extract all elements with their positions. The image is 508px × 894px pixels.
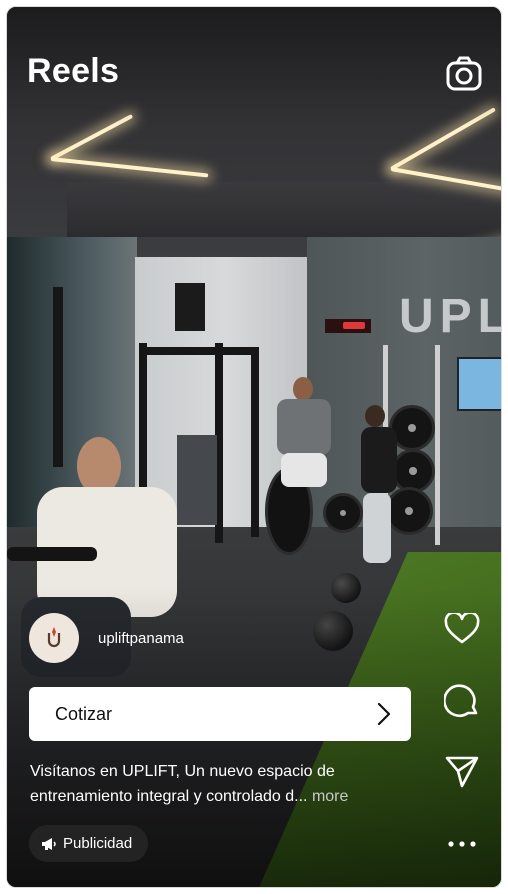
more-options-button[interactable] bbox=[437, 824, 487, 864]
post-caption[interactable]: Visítanos en UPLIFT, Un nuevo espacio de… bbox=[30, 759, 410, 809]
more-options-icon bbox=[448, 841, 476, 847]
page-title: Reels bbox=[27, 52, 120, 90]
sponsored-label: Publicidad bbox=[63, 835, 133, 852]
chevron-right-icon bbox=[377, 702, 391, 726]
cta-label: Cotizar bbox=[55, 703, 113, 724]
cotizar-button[interactable]: Cotizar bbox=[29, 687, 411, 741]
weight-plate bbox=[385, 487, 433, 535]
avatar[interactable] bbox=[29, 613, 79, 663]
power-rack bbox=[139, 347, 259, 355]
more-link[interactable]: more bbox=[312, 788, 348, 805]
heart-icon bbox=[444, 613, 480, 644]
camera-button[interactable] bbox=[445, 55, 483, 93]
account-name[interactable]: upliftpanama bbox=[98, 630, 184, 647]
uplift-logo-icon bbox=[47, 627, 61, 648]
send-icon bbox=[445, 756, 479, 788]
like-button[interactable] bbox=[437, 609, 487, 649]
reel-viewer[interactable]: UPLIFT bbox=[6, 6, 502, 888]
account-row[interactable]: upliftpanama bbox=[29, 613, 184, 663]
rack-left bbox=[53, 287, 63, 467]
wall-clock bbox=[325, 319, 371, 333]
share-button[interactable] bbox=[437, 752, 487, 792]
reel-video[interactable]: UPLIFT bbox=[7, 7, 501, 887]
sponsored-badge[interactable]: Publicidad bbox=[29, 825, 149, 862]
power-rack bbox=[251, 347, 259, 537]
camera-icon bbox=[446, 56, 482, 91]
weight-stack bbox=[177, 435, 217, 525]
wall-tv bbox=[457, 357, 501, 411]
caption-text: Visítanos en UPLIFT, Un nuevo espacio de… bbox=[30, 763, 335, 805]
ceiling-duct bbox=[67, 182, 501, 237]
weight-plate bbox=[323, 493, 363, 533]
comment-button[interactable] bbox=[437, 681, 487, 721]
comment-icon bbox=[444, 684, 478, 718]
barbell bbox=[435, 345, 440, 545]
megaphone-icon bbox=[42, 837, 56, 850]
wall-sign: UPLIFT bbox=[399, 290, 502, 343]
speaker bbox=[175, 283, 205, 331]
